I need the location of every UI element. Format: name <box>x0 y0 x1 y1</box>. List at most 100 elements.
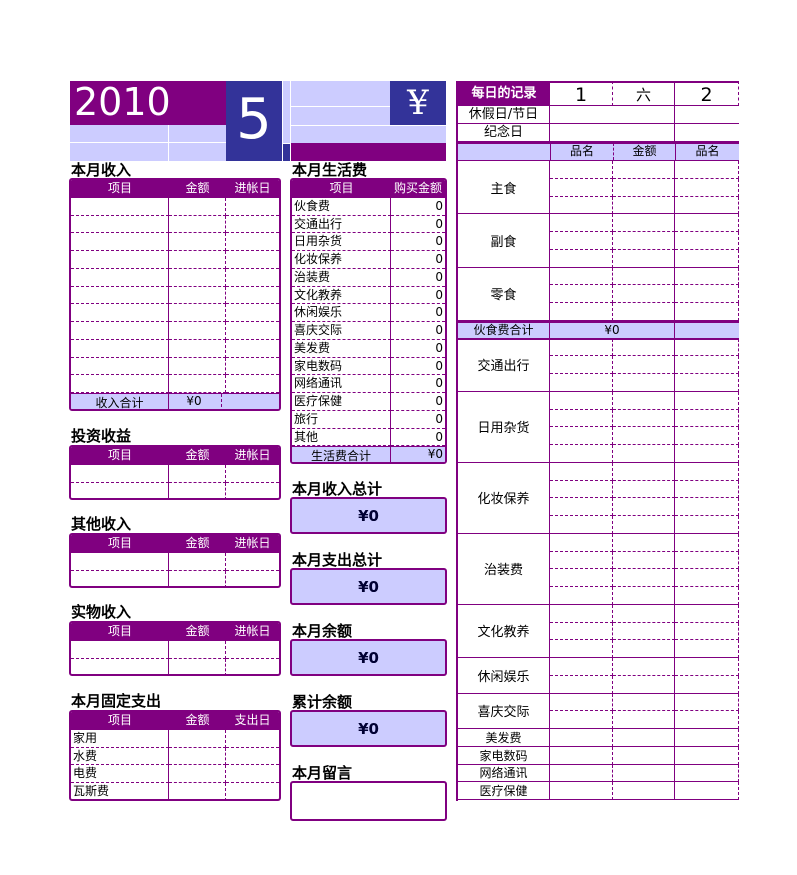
entry-cell[interactable] <box>613 587 675 605</box>
entry-cell[interactable] <box>675 658 739 676</box>
date-input[interactable] <box>675 106 739 124</box>
entry-cell[interactable] <box>675 764 739 783</box>
value-cell[interactable] <box>226 340 279 358</box>
item-cell[interactable] <box>71 552 169 571</box>
entry-cell[interactable] <box>675 782 739 800</box>
entry-cell[interactable] <box>675 533 739 552</box>
entry-cell[interactable] <box>613 214 675 232</box>
entry-cell[interactable] <box>613 462 675 481</box>
value-cell[interactable] <box>169 658 226 675</box>
entry-cell[interactable] <box>550 711 613 729</box>
value-cell[interactable] <box>169 747 226 766</box>
item-cell[interactable]: 伙食费 <box>292 197 391 216</box>
entry-cell[interactable] <box>675 161 739 179</box>
value-cell[interactable] <box>169 268 226 287</box>
value-cell[interactable] <box>226 287 279 305</box>
entry-cell[interactable] <box>613 480 675 499</box>
item-cell[interactable]: 日用杂货 <box>292 233 391 251</box>
entry-cell[interactable] <box>675 675 739 694</box>
entry-cell[interactable] <box>613 693 675 712</box>
item-cell[interactable]: 交通出行 <box>292 215 391 234</box>
date-input[interactable] <box>550 124 675 142</box>
item-cell[interactable]: 治装费 <box>292 268 391 287</box>
value-cell[interactable] <box>226 730 279 748</box>
entry-cell[interactable] <box>675 427 739 445</box>
entry-cell[interactable] <box>613 356 675 374</box>
value-cell[interactable]: 0 <box>391 233 445 251</box>
entry-cell[interactable] <box>613 285 675 303</box>
entry-cell[interactable] <box>675 480 739 499</box>
value-cell[interactable] <box>226 783 279 799</box>
entry-cell[interactable] <box>550 462 613 481</box>
value-cell[interactable] <box>226 216 279 234</box>
entry-cell[interactable] <box>613 516 675 534</box>
value-cell[interactable] <box>226 641 279 659</box>
entry-cell[interactable] <box>675 587 739 605</box>
entry-cell[interactable] <box>550 214 613 232</box>
item-cell[interactable] <box>71 375 169 393</box>
entry-cell[interactable] <box>613 338 675 357</box>
entry-cell[interactable] <box>613 409 675 428</box>
value-cell[interactable] <box>169 251 226 269</box>
value-cell[interactable] <box>226 465 279 483</box>
value-cell[interactable]: 0 <box>391 358 445 376</box>
entry-cell[interactable] <box>675 622 739 641</box>
entry-cell[interactable] <box>613 533 675 552</box>
value-cell[interactable]: 0 <box>391 340 445 358</box>
item-cell[interactable] <box>71 464 169 483</box>
item-cell[interactable]: 医疗保健 <box>292 393 391 411</box>
value-cell[interactable] <box>169 304 226 322</box>
entry-cell[interactable] <box>613 374 675 392</box>
item-cell[interactable] <box>71 357 169 376</box>
value-cell[interactable]: 0 <box>391 375 445 393</box>
value-cell[interactable]: 0 <box>391 322 445 340</box>
entry-cell[interactable] <box>550 587 613 605</box>
item-cell[interactable]: 化妆保养 <box>292 251 391 269</box>
value-cell[interactable] <box>226 748 279 766</box>
value-cell[interactable] <box>169 640 226 659</box>
entry-cell[interactable] <box>675 196 739 215</box>
item-cell[interactable] <box>71 482 169 499</box>
entry-cell[interactable] <box>550 604 613 623</box>
entry-cell[interactable] <box>675 391 739 410</box>
value-cell[interactable] <box>169 570 226 587</box>
value-cell[interactable] <box>226 233 279 251</box>
entry-cell[interactable] <box>675 693 739 712</box>
item-cell[interactable]: 文化教养 <box>292 286 391 305</box>
entry-cell[interactable] <box>550 161 613 179</box>
value-cell[interactable]: 0 <box>391 411 445 429</box>
value-cell[interactable] <box>169 197 226 216</box>
value-cell[interactable]: 0 <box>391 287 445 305</box>
entry-cell[interactable] <box>550 338 613 357</box>
entry-cell[interactable] <box>550 427 613 445</box>
value-cell[interactable]: 0 <box>391 393 445 411</box>
item-cell[interactable]: 水费 <box>71 747 169 766</box>
entry-cell[interactable] <box>675 214 739 232</box>
entry-cell[interactable] <box>613 427 675 445</box>
item-cell[interactable]: 其他 <box>292 428 391 447</box>
value-cell[interactable]: 0 <box>391 269 445 287</box>
entry-cell[interactable] <box>613 764 675 783</box>
value-cell[interactable] <box>169 552 226 571</box>
entry-cell[interactable] <box>613 622 675 641</box>
entry-cell[interactable] <box>613 604 675 623</box>
entry-cell[interactable] <box>550 285 613 303</box>
entry-cell[interactable] <box>550 764 613 783</box>
entry-cell[interactable] <box>613 196 675 215</box>
item-cell[interactable]: 旅行 <box>292 410 391 429</box>
entry-cell[interactable] <box>550 232 613 250</box>
entry-cell[interactable] <box>613 551 675 570</box>
value-cell[interactable] <box>226 322 279 340</box>
entry-cell[interactable] <box>550 480 613 499</box>
entry-cell[interactable] <box>550 640 613 658</box>
entry-cell[interactable] <box>675 640 739 658</box>
entry-cell[interactable] <box>675 374 739 392</box>
entry-cell[interactable] <box>675 711 739 729</box>
entry-cell[interactable] <box>550 746 613 765</box>
entry-cell[interactable] <box>550 249 613 268</box>
entry-cell[interactable] <box>613 782 675 800</box>
entry-cell[interactable] <box>613 729 675 747</box>
entry-cell[interactable] <box>613 569 675 587</box>
entry-cell[interactable] <box>675 498 739 516</box>
entry-cell[interactable] <box>550 178 613 197</box>
